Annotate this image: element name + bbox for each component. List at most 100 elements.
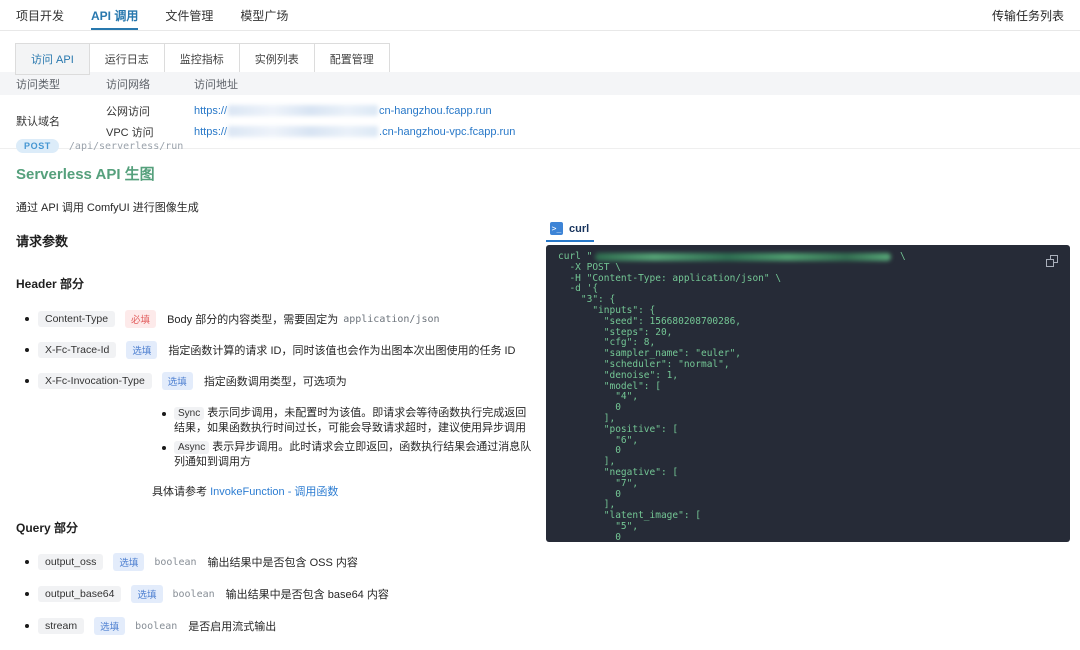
- param-name: stream: [38, 618, 84, 634]
- param-badge: 选填: [126, 341, 157, 359]
- code-line: 0: [558, 490, 1058, 501]
- code-line: "4",: [558, 392, 1058, 403]
- endpoint-table-header: 访问类型 访问网络 访问地址: [0, 72, 1080, 95]
- subtab-label: 实例列表: [255, 54, 299, 66]
- endpoint-method-line: POST /api/serverless/run: [16, 139, 183, 153]
- topnav-item[interactable]: 项目开发: [16, 0, 64, 30]
- param-type: boolean: [135, 621, 177, 632]
- code-line: -X POST \: [558, 263, 1058, 274]
- param-desc: 输出结果中是否包含 base64 内容: [226, 586, 389, 602]
- curl-tab-label: curl: [569, 223, 589, 235]
- subtabs: 访问 API 运行日志 监控指标 实例列表 配置管理: [16, 43, 390, 75]
- table-row: VPC 访问 https://.cn-hangzhou-vpc.fcapp.ru…: [106, 121, 1080, 142]
- endpoint-path: /api/serverless/run: [69, 141, 183, 152]
- table-header-network: 访问网络: [106, 76, 194, 92]
- reference-note-text: 具体请参考: [152, 486, 207, 498]
- domain-type-cell: 默认域名: [16, 100, 106, 142]
- bullet-dot: [25, 560, 29, 564]
- param-badge: 选填: [113, 553, 144, 571]
- subtab-label: 配置管理: [330, 54, 374, 66]
- curl-tab[interactable]: >_ curl: [546, 221, 594, 242]
- redacted-url-segment: [228, 126, 378, 137]
- code-line: "6",: [558, 436, 1058, 447]
- code-block: curl " \ -X POST \ -H "Content-Type: app…: [546, 245, 1070, 542]
- subtab-label: 运行日志: [105, 54, 149, 66]
- table-header-access-type: 访问类型: [16, 76, 106, 92]
- section-query-title: Query 部分: [16, 519, 536, 536]
- param-name: output_oss: [38, 554, 103, 570]
- code-line: 0: [558, 533, 1058, 542]
- param-badge: 选填: [94, 617, 125, 635]
- invocation-option-item: Sync 表示同步调用，未配置时为该值。即请求会等待函数执行完成返回结果，如果函…: [162, 406, 536, 436]
- topnav-item-label: API 调用: [91, 7, 138, 24]
- code-line: curl " \: [558, 252, 1058, 263]
- code-line: "seed": 156680208700286,: [558, 317, 1058, 328]
- code-line: "positive": [: [558, 425, 1058, 436]
- code-line: 0: [558, 403, 1058, 414]
- bullet-dot: [162, 412, 166, 416]
- bullet-dot: [25, 317, 29, 321]
- topnav-item-label: 模型广场: [240, 7, 288, 24]
- param-type: boolean: [173, 589, 215, 600]
- option-name: Sync: [174, 407, 204, 420]
- subtab[interactable]: 监控指标: [164, 43, 240, 75]
- doc-column: Serverless API 生图 通过 API 调用 ComfyUI 进行图像…: [16, 166, 536, 650]
- subtab[interactable]: 运行日志: [89, 43, 165, 75]
- topnav-item[interactable]: API 调用: [91, 0, 138, 30]
- topnav-item-label: 文件管理: [165, 7, 213, 24]
- code-line: -d '{: [558, 284, 1058, 295]
- post-method-badge: POST: [16, 139, 59, 153]
- code-line: "5",: [558, 522, 1058, 533]
- param-badge: 必填: [125, 310, 156, 328]
- copy-icon[interactable]: [1046, 255, 1058, 267]
- param-desc: 输出结果中是否包含 OSS 内容: [208, 554, 358, 570]
- subtab[interactable]: 实例列表: [239, 43, 315, 75]
- subtab-label: 监控指标: [180, 54, 224, 66]
- option-name: Async: [174, 441, 209, 454]
- topnav-item[interactable]: 模型广场: [240, 0, 288, 30]
- endpoint-table: 访问类型 访问网络 访问地址 默认域名 公网访问 https://cn-hang…: [0, 72, 1080, 149]
- network-cell: 公网访问: [106, 103, 194, 119]
- code-line: "7",: [558, 479, 1058, 490]
- param-item: Content-Type 必填 Body 部分的内容类型，需要固定为 appli…: [25, 311, 536, 327]
- subtab[interactable]: 访问 API: [15, 43, 90, 75]
- param-desc: 是否启用流式输出: [188, 618, 276, 634]
- bullet-dot: [162, 446, 166, 450]
- code-lines: -X POST \ -H "Content-Type: application/…: [558, 263, 1058, 542]
- endpoint-url[interactable]: https://.cn-hangzhou-vpc.fcapp.run: [194, 126, 515, 138]
- table-header-address: 访问地址: [194, 76, 238, 92]
- query-param-list: output_oss 选填 boolean 输出结果中是否包含 OSS 内容 o…: [16, 554, 536, 634]
- invocation-options-list: Sync 表示同步调用，未配置时为该值。即请求会等待函数执行完成返回结果，如果函…: [162, 406, 536, 470]
- param-desc-code: application/json: [343, 314, 439, 325]
- curl-language-icon: >_: [550, 222, 563, 235]
- bullet-dot: [25, 379, 29, 383]
- code-panel: >_ curl curl " \ -X POST \ -H "Content-T…: [546, 221, 1070, 542]
- redacted-url-segment: [228, 105, 378, 116]
- code-line: "denoise": 1,: [558, 371, 1058, 382]
- bullet-dot: [25, 348, 29, 352]
- network-cell: VPC 访问: [106, 124, 194, 140]
- param-name: Content-Type: [38, 311, 115, 327]
- topnav-item-label: 项目开发: [16, 7, 64, 24]
- param-item: output_base64 选填 boolean 输出结果中是否包含 base6…: [25, 586, 536, 602]
- reference-note: 具体请参考 InvokeFunction - 调用函数: [152, 483, 536, 499]
- bullet-dot: [25, 592, 29, 596]
- transfer-task-list-link[interactable]: 传输任务列表: [992, 0, 1064, 30]
- section-request-params: 请求参数: [16, 231, 536, 250]
- param-type: boolean: [154, 557, 196, 568]
- topnav-item[interactable]: 文件管理: [165, 0, 213, 30]
- subtab[interactable]: 配置管理: [314, 43, 390, 75]
- param-name: output_base64: [38, 586, 121, 602]
- param-desc: 指定函数调用类型，可选项为: [204, 373, 347, 389]
- param-badge: 选填: [131, 585, 162, 603]
- section-header-title: Header 部分: [16, 275, 536, 292]
- header-param-list: Content-Type 必填 Body 部分的内容类型，需要固定为 appli…: [16, 311, 536, 389]
- option-desc: 表示同步调用，未配置时为该值。即请求会等待函数执行完成返回结果，如果函数执行时间…: [174, 407, 526, 434]
- invoke-function-link[interactable]: InvokeFunction - 调用函数: [210, 486, 338, 498]
- endpoint-url[interactable]: https://cn-hangzhou.fcapp.run: [194, 105, 492, 117]
- topnav: 项目开发 API 调用 文件管理 模型广场 传输任务列表: [0, 0, 1080, 31]
- param-name: X-Fc-Invocation-Type: [38, 373, 152, 389]
- param-item: output_oss 选填 boolean 输出结果中是否包含 OSS 内容: [25, 554, 536, 570]
- table-row: 公网访问 https://cn-hangzhou.fcapp.run: [106, 100, 1080, 121]
- api-title: Serverless API 生图: [16, 166, 536, 184]
